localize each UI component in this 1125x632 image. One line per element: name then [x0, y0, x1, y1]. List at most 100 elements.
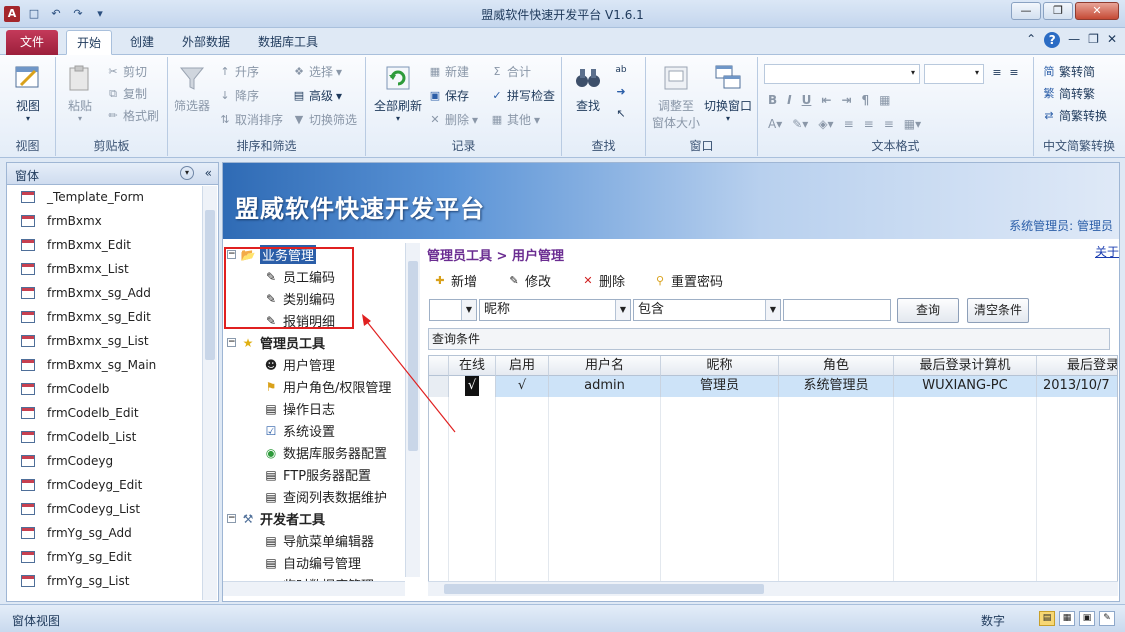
add-button[interactable]: ✚ 新增 [433, 271, 477, 291]
filter-operator-combo[interactable]: 包含 ▼ [633, 299, 781, 321]
close-button[interactable]: ✕ [1075, 2, 1119, 20]
bullets-button[interactable]: ≡ ≡ [990, 66, 1021, 80]
tree-item-operation-log[interactable]: ▤ 操作日志 [263, 399, 335, 419]
replace-button[interactable]: ab [614, 63, 628, 77]
current-user[interactable]: 系统管理员: 管理员 [1009, 217, 1113, 234]
minimize-button[interactable]: — [1011, 2, 1041, 20]
switch-window-button[interactable]: 切换窗口 ▾ [702, 63, 754, 123]
tree-item-ftp-config[interactable]: ▤ FTP服务器配置 [263, 465, 371, 485]
sort-descending-button[interactable]: ↓ 降序 [218, 87, 259, 104]
nav-form-item[interactable]: frmBxmx_Edit [7, 233, 218, 257]
more-button[interactable]: ▦ 其他 ▾ [490, 111, 540, 128]
tree-item-nav-menu-editor[interactable]: ▤ 导航菜单编辑器 [263, 531, 374, 551]
table-grid-icon[interactable]: ▦▾ [904, 117, 921, 131]
tree-node-admin[interactable]: − ★ 管理员工具 [227, 333, 325, 352]
tree-item-lookup-data[interactable]: ▤ 查阅列表数据维护 [263, 487, 387, 507]
grid-scroll-thumb[interactable] [444, 584, 764, 594]
reset-password-button[interactable]: ⚲ 重置密码 [653, 271, 723, 291]
filter-field-combo[interactable]: 昵称 ▼ [479, 299, 631, 321]
table-cell-nickname[interactable]: 管理员 [661, 376, 779, 397]
spelling-button[interactable]: ✓ 拼写检查 [490, 87, 555, 104]
to-simplified-button[interactable]: 简繁转简 [1042, 63, 1096, 80]
nav-form-item[interactable]: frmCodeyg [7, 449, 218, 473]
rtl-icon[interactable]: ¶ [862, 93, 870, 107]
col-header-username[interactable]: 用户名 [549, 356, 661, 376]
selection-button[interactable]: ❖ 选择 ▾ [292, 63, 342, 80]
totals-button[interactable]: Σ 合计 [490, 63, 532, 80]
tab-database-tools[interactable]: 数据库工具 [248, 30, 328, 55]
tree-item-user-management[interactable]: ☻ 用户管理 [263, 355, 335, 375]
col-header-role[interactable]: 角色 [779, 356, 894, 376]
nav-form-item[interactable]: frmYg_sg_List [7, 569, 218, 593]
nav-form-item[interactable]: _Template_Form [7, 185, 218, 209]
table-cell-computer[interactable]: WUXIANG-PC [894, 376, 1037, 397]
highlight-icon[interactable]: ✎▾ [792, 117, 808, 131]
tab-home[interactable]: 开始 [66, 30, 113, 55]
col-header-last-login[interactable]: 最后登录 [1037, 356, 1117, 376]
clear-conditions-button[interactable]: 清空条件 [967, 298, 1029, 323]
tree-node-dev[interactable]: − ⚒ 开发者工具 [227, 509, 325, 528]
restore-button[interactable]: ❐ [1043, 2, 1073, 20]
delete-button[interactable]: ✕ 删除 [581, 271, 625, 291]
view-button[interactable]: 视图 ▾ [8, 63, 48, 123]
tree-scrollbar[interactable] [405, 243, 420, 577]
col-header-computer[interactable]: 最后登录计算机 [894, 356, 1037, 376]
select-button[interactable]: ↖ [614, 107, 628, 121]
grid-hscrollbar[interactable] [428, 581, 1118, 596]
save-record-button[interactable]: ▣ 保存 [428, 87, 469, 104]
sort-ascending-button[interactable]: ↑ 升序 [218, 63, 259, 80]
align-right-icon[interactable]: ≡ [884, 117, 894, 131]
tree-scroll-thumb[interactable] [408, 261, 418, 451]
nav-form-item[interactable]: frmCodelb_List [7, 425, 218, 449]
nav-form-item[interactable]: frmYg_sg_Add [7, 521, 218, 545]
nav-form-item[interactable]: frmCodelb [7, 377, 218, 401]
align-left-icon[interactable]: ≡ [844, 117, 854, 131]
nav-form-item[interactable]: frmBxmx_sg_Edit [7, 305, 218, 329]
table-cell-enabled[interactable]: √ [496, 376, 549, 397]
to-traditional-button[interactable]: 繁简转繁 [1042, 85, 1096, 102]
nav-form-item[interactable]: frmBxmx_List [7, 257, 218, 281]
fill-color-icon[interactable]: ◈▾ [818, 117, 833, 131]
indent-icon[interactable]: ⇤ [821, 93, 831, 107]
tree-item-auto-number[interactable]: ▤ 自动编号管理 [263, 553, 361, 573]
doc-restore-icon[interactable]: ❐ [1088, 32, 1099, 48]
nav-header[interactable]: 窗体 ▾ « [7, 163, 218, 185]
paste-button[interactable]: 粘贴 ▾ [62, 63, 98, 123]
delete-record-button[interactable]: ✕ 删除 ▾ [428, 111, 478, 128]
nav-form-item[interactable]: frmCodeyg_Edit [7, 473, 218, 497]
design-view-icon[interactable]: ✎ [1099, 611, 1115, 626]
doc-minimize-icon[interactable]: — [1068, 32, 1080, 48]
tree-item-role-permissions[interactable]: ⚑ 用户角色/权限管理 [263, 377, 392, 397]
tree-item-system-settings[interactable]: ☑ 系统设置 [263, 421, 335, 441]
find-button[interactable]: 查找 [568, 63, 608, 114]
bold-icon[interactable]: B [768, 93, 777, 107]
new-record-button[interactable]: ▦ 新建 [428, 63, 469, 80]
collapse-icon[interactable]: − [227, 338, 236, 347]
align-center-icon[interactable]: ≡ [864, 117, 874, 131]
collapse-icon[interactable]: − [227, 514, 236, 523]
font-color-icon[interactable]: A▾ [768, 117, 782, 131]
table-cell-last-login[interactable]: 2013/10/7 [1037, 376, 1117, 397]
tree-hscrollbar[interactable] [223, 581, 405, 596]
nav-scroll-thumb[interactable] [205, 210, 215, 360]
filter-value-input[interactable] [783, 299, 891, 321]
collapse-ribbon-icon[interactable]: ⌃ [1026, 32, 1036, 48]
nav-form-item[interactable]: frmBxmx_sg_Add [7, 281, 218, 305]
table-cell-username[interactable]: admin [549, 376, 661, 397]
size-to-fit-button[interactable]: 调整至 窗体大小 [650, 63, 702, 131]
grid-lines-icon[interactable]: ▦ [879, 93, 890, 107]
table-cell-online[interactable]: √ [449, 376, 496, 397]
conversion-button[interactable]: ⇄ 简繁转换 [1042, 107, 1107, 124]
copy-button[interactable]: ⧉ 复制 [106, 85, 147, 102]
filter-logic-combo[interactable]: ▼ [429, 299, 477, 321]
font-name-combo[interactable]: ▾ [764, 64, 920, 84]
col-header-online[interactable]: 在线 [449, 356, 496, 376]
nav-form-item[interactable]: frmCodeyg_List [7, 497, 218, 521]
nav-form-item[interactable]: frmBxmx [7, 209, 218, 233]
col-header-nickname[interactable]: 昵称 [661, 356, 779, 376]
grid-corner[interactable] [429, 356, 449, 376]
font-size-combo[interactable]: ▾ [924, 64, 984, 84]
col-header-enabled[interactable]: 启用 [496, 356, 549, 376]
goto-button[interactable]: ➜ [614, 85, 628, 99]
tab-external-data[interactable]: 外部数据 [172, 30, 240, 55]
